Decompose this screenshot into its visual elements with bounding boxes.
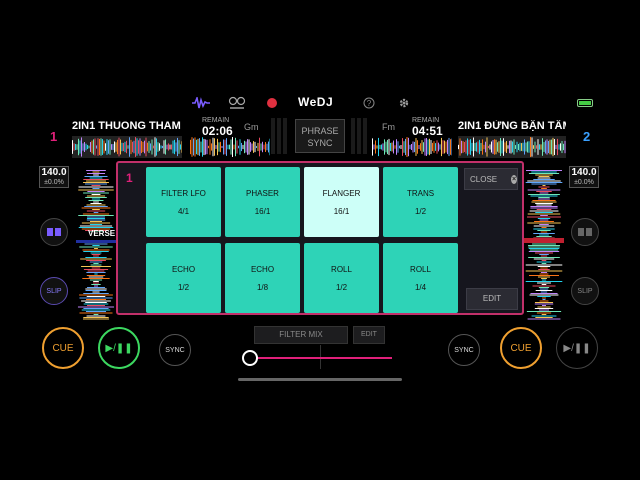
- deck1-pad-mode-button[interactable]: [40, 218, 68, 246]
- deck1-track-title[interactable]: 2IN1 THUONG THAM: [72, 120, 182, 132]
- app-logo: WeDJ: [298, 95, 334, 109]
- record-icon[interactable]: [266, 96, 278, 110]
- deck2-zoom-waveform[interactable]: [524, 170, 564, 320]
- fx-pad-name: ROLL: [331, 265, 352, 274]
- deck2-level-meter-r: [357, 118, 361, 154]
- deck1-section-label: VERSE: [88, 229, 116, 238]
- deck2-sync-button[interactable]: SYNC: [448, 334, 480, 366]
- deck2-bpm: 140.0: [571, 167, 597, 178]
- deck1-sync-button[interactable]: SYNC: [159, 334, 191, 366]
- fx-pad-beat: 1/8: [256, 283, 269, 292]
- home-indicator: [238, 378, 402, 381]
- filter-mix-slider-knob[interactable]: [242, 350, 258, 366]
- deck1-remain-label: REMAIN: [202, 117, 230, 124]
- fx-pad-name: TRANS: [406, 189, 435, 198]
- deck2-number: 2: [583, 129, 591, 144]
- fx-pad-beat: 4/1: [177, 207, 190, 216]
- fx-pad-beat: 16/1: [333, 207, 350, 216]
- fx-pad-name: PHASER: [246, 189, 279, 198]
- fx-edit-button[interactable]: EDIT: [466, 288, 518, 310]
- fx-pad-name: ECHO: [250, 265, 275, 274]
- battery-icon: [576, 96, 594, 110]
- deck1-bpm-display[interactable]: 140.0 ±0.0%: [39, 166, 69, 188]
- help-icon[interactable]: ?: [362, 96, 376, 110]
- fx-pad-trans[interactable]: TRANS 1/2: [383, 167, 458, 237]
- deck2-remain-label: REMAIN: [412, 117, 440, 124]
- deck1-key: Gm: [244, 122, 259, 132]
- deck1-remain-waveform: [190, 137, 270, 157]
- settings-icon[interactable]: [397, 96, 411, 110]
- phrase-sync-button[interactable]: PHRASE SYNC: [295, 119, 345, 153]
- deck2-overview-waveform[interactable]: [458, 136, 566, 158]
- waveform-icon[interactable]: [192, 96, 210, 110]
- fx-pad-name: ECHO: [171, 265, 196, 274]
- pad-mode-icon: [578, 228, 592, 236]
- filter-edit-button[interactable]: EDIT: [353, 326, 385, 344]
- deck1-overview-waveform[interactable]: [72, 136, 182, 158]
- filter-mix-label[interactable]: FILTER MIX: [254, 326, 348, 344]
- fx-pad-name: FLANGER: [322, 189, 361, 198]
- fx-pad-echo-1[interactable]: ECHO 1/2: [146, 243, 221, 313]
- deck1-number: 1: [50, 129, 58, 144]
- fx-panel-deck-number: 1: [126, 171, 133, 185]
- deck2-level-meter-3: [363, 118, 367, 154]
- pad-mode-icon: [47, 228, 61, 236]
- phrase-sync-line2: SYNC: [307, 138, 333, 148]
- deck2-track-title[interactable]: 2IN1 ĐỪNG BẬN TÂM: [458, 120, 566, 132]
- deck2-level-meter-l: [351, 118, 355, 154]
- deck2-pitch: ±0.0%: [574, 179, 594, 186]
- automix-icon[interactable]: [228, 96, 246, 110]
- deck1-slip-button[interactable]: SLIP: [40, 277, 68, 305]
- fx-pad-beat: 16/1: [254, 207, 271, 216]
- deck1-play-pause-button[interactable]: ▶/❚❚: [98, 327, 140, 369]
- deck2-key: Fm: [382, 122, 395, 132]
- deck1-level-meter-l: [271, 118, 275, 154]
- deck2-bpm-display[interactable]: 140.0 ±0.0%: [569, 166, 599, 188]
- close-icon: ×: [511, 174, 517, 184]
- top-bar: WeDJ ?: [0, 92, 640, 114]
- fx-close-button[interactable]: CLOSE ×: [464, 168, 518, 190]
- deck1-bpm: 140.0: [41, 167, 67, 178]
- fx-close-label: CLOSE: [470, 174, 498, 184]
- deck1-level-meter-r: [277, 118, 281, 154]
- filter-mix-slider-track[interactable]: [250, 357, 392, 359]
- deck2-slip-button[interactable]: SLIP: [571, 277, 599, 305]
- fx-pad-beat: 1/2: [414, 207, 427, 216]
- deck1-level-meter-3: [283, 118, 287, 154]
- fx-pad-echo-2[interactable]: ECHO 1/8: [225, 243, 300, 313]
- svg-text:?: ?: [367, 99, 372, 108]
- fx-pad-filter-lfo[interactable]: FILTER LFO 4/1: [146, 167, 221, 237]
- fx-pad-roll-1[interactable]: ROLL 1/2: [304, 243, 379, 313]
- fx-pad-beat: 1/4: [414, 283, 427, 292]
- fx-pad-name: ROLL: [410, 265, 431, 274]
- fx-pad-flanger[interactable]: FLANGER 16/1: [304, 167, 379, 237]
- fx-pad-phaser[interactable]: PHASER 16/1: [225, 167, 300, 237]
- deck2-cue-button[interactable]: CUE: [500, 327, 542, 369]
- deck2-pad-mode-button[interactable]: [571, 218, 599, 246]
- fx-pad-beat: 1/2: [335, 283, 348, 292]
- fx-panel: 1 FILTER LFO 4/1 PHASER 16/1 FLANGER 16/1 T…: [116, 161, 524, 315]
- phrase-sync-line1: PHRASE: [301, 126, 339, 136]
- deck1-zoom-waveform[interactable]: [76, 170, 116, 320]
- fx-pad-name: FILTER LFO: [161, 189, 206, 198]
- fx-pad-beat: 1/2: [177, 283, 190, 292]
- deck2-play-pause-button[interactable]: ▶/❚❚: [556, 327, 598, 369]
- deck1-cue-button[interactable]: CUE: [42, 327, 84, 369]
- fx-pad-roll-2[interactable]: ROLL 1/4: [383, 243, 458, 313]
- deck1-pitch: ±0.0%: [44, 179, 64, 186]
- deck2-remain-waveform: [372, 137, 452, 157]
